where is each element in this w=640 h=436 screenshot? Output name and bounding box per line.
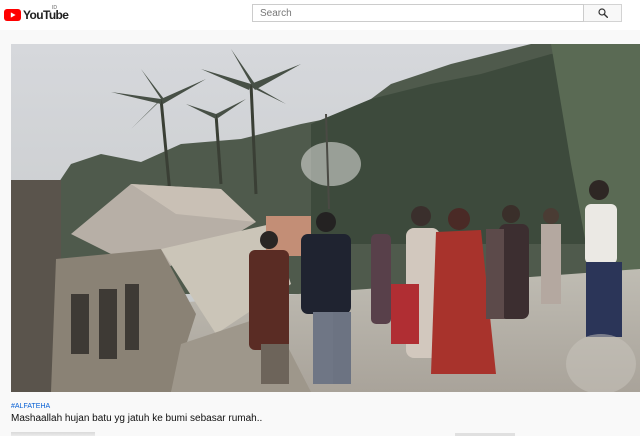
logo-wordmark: YouTube xyxy=(23,8,69,22)
logo-region-code: ID xyxy=(52,5,57,11)
search-button[interactable] xyxy=(584,4,622,22)
video-player[interactable] xyxy=(11,44,640,392)
search-icon xyxy=(597,8,608,18)
video-frame xyxy=(11,44,640,392)
youtube-logo[interactable]: YouTube xyxy=(4,7,69,23)
video-title: Mashaallah hujan batu yg jatuh ke bumi s… xyxy=(11,413,263,424)
youtube-play-icon xyxy=(4,9,21,21)
video-hashtag-link[interactable]: #ALFATEHA xyxy=(11,403,50,410)
search-input[interactable] xyxy=(252,4,584,22)
video-meta-cutoff xyxy=(11,432,95,436)
masthead: YouTube ID xyxy=(0,0,640,30)
